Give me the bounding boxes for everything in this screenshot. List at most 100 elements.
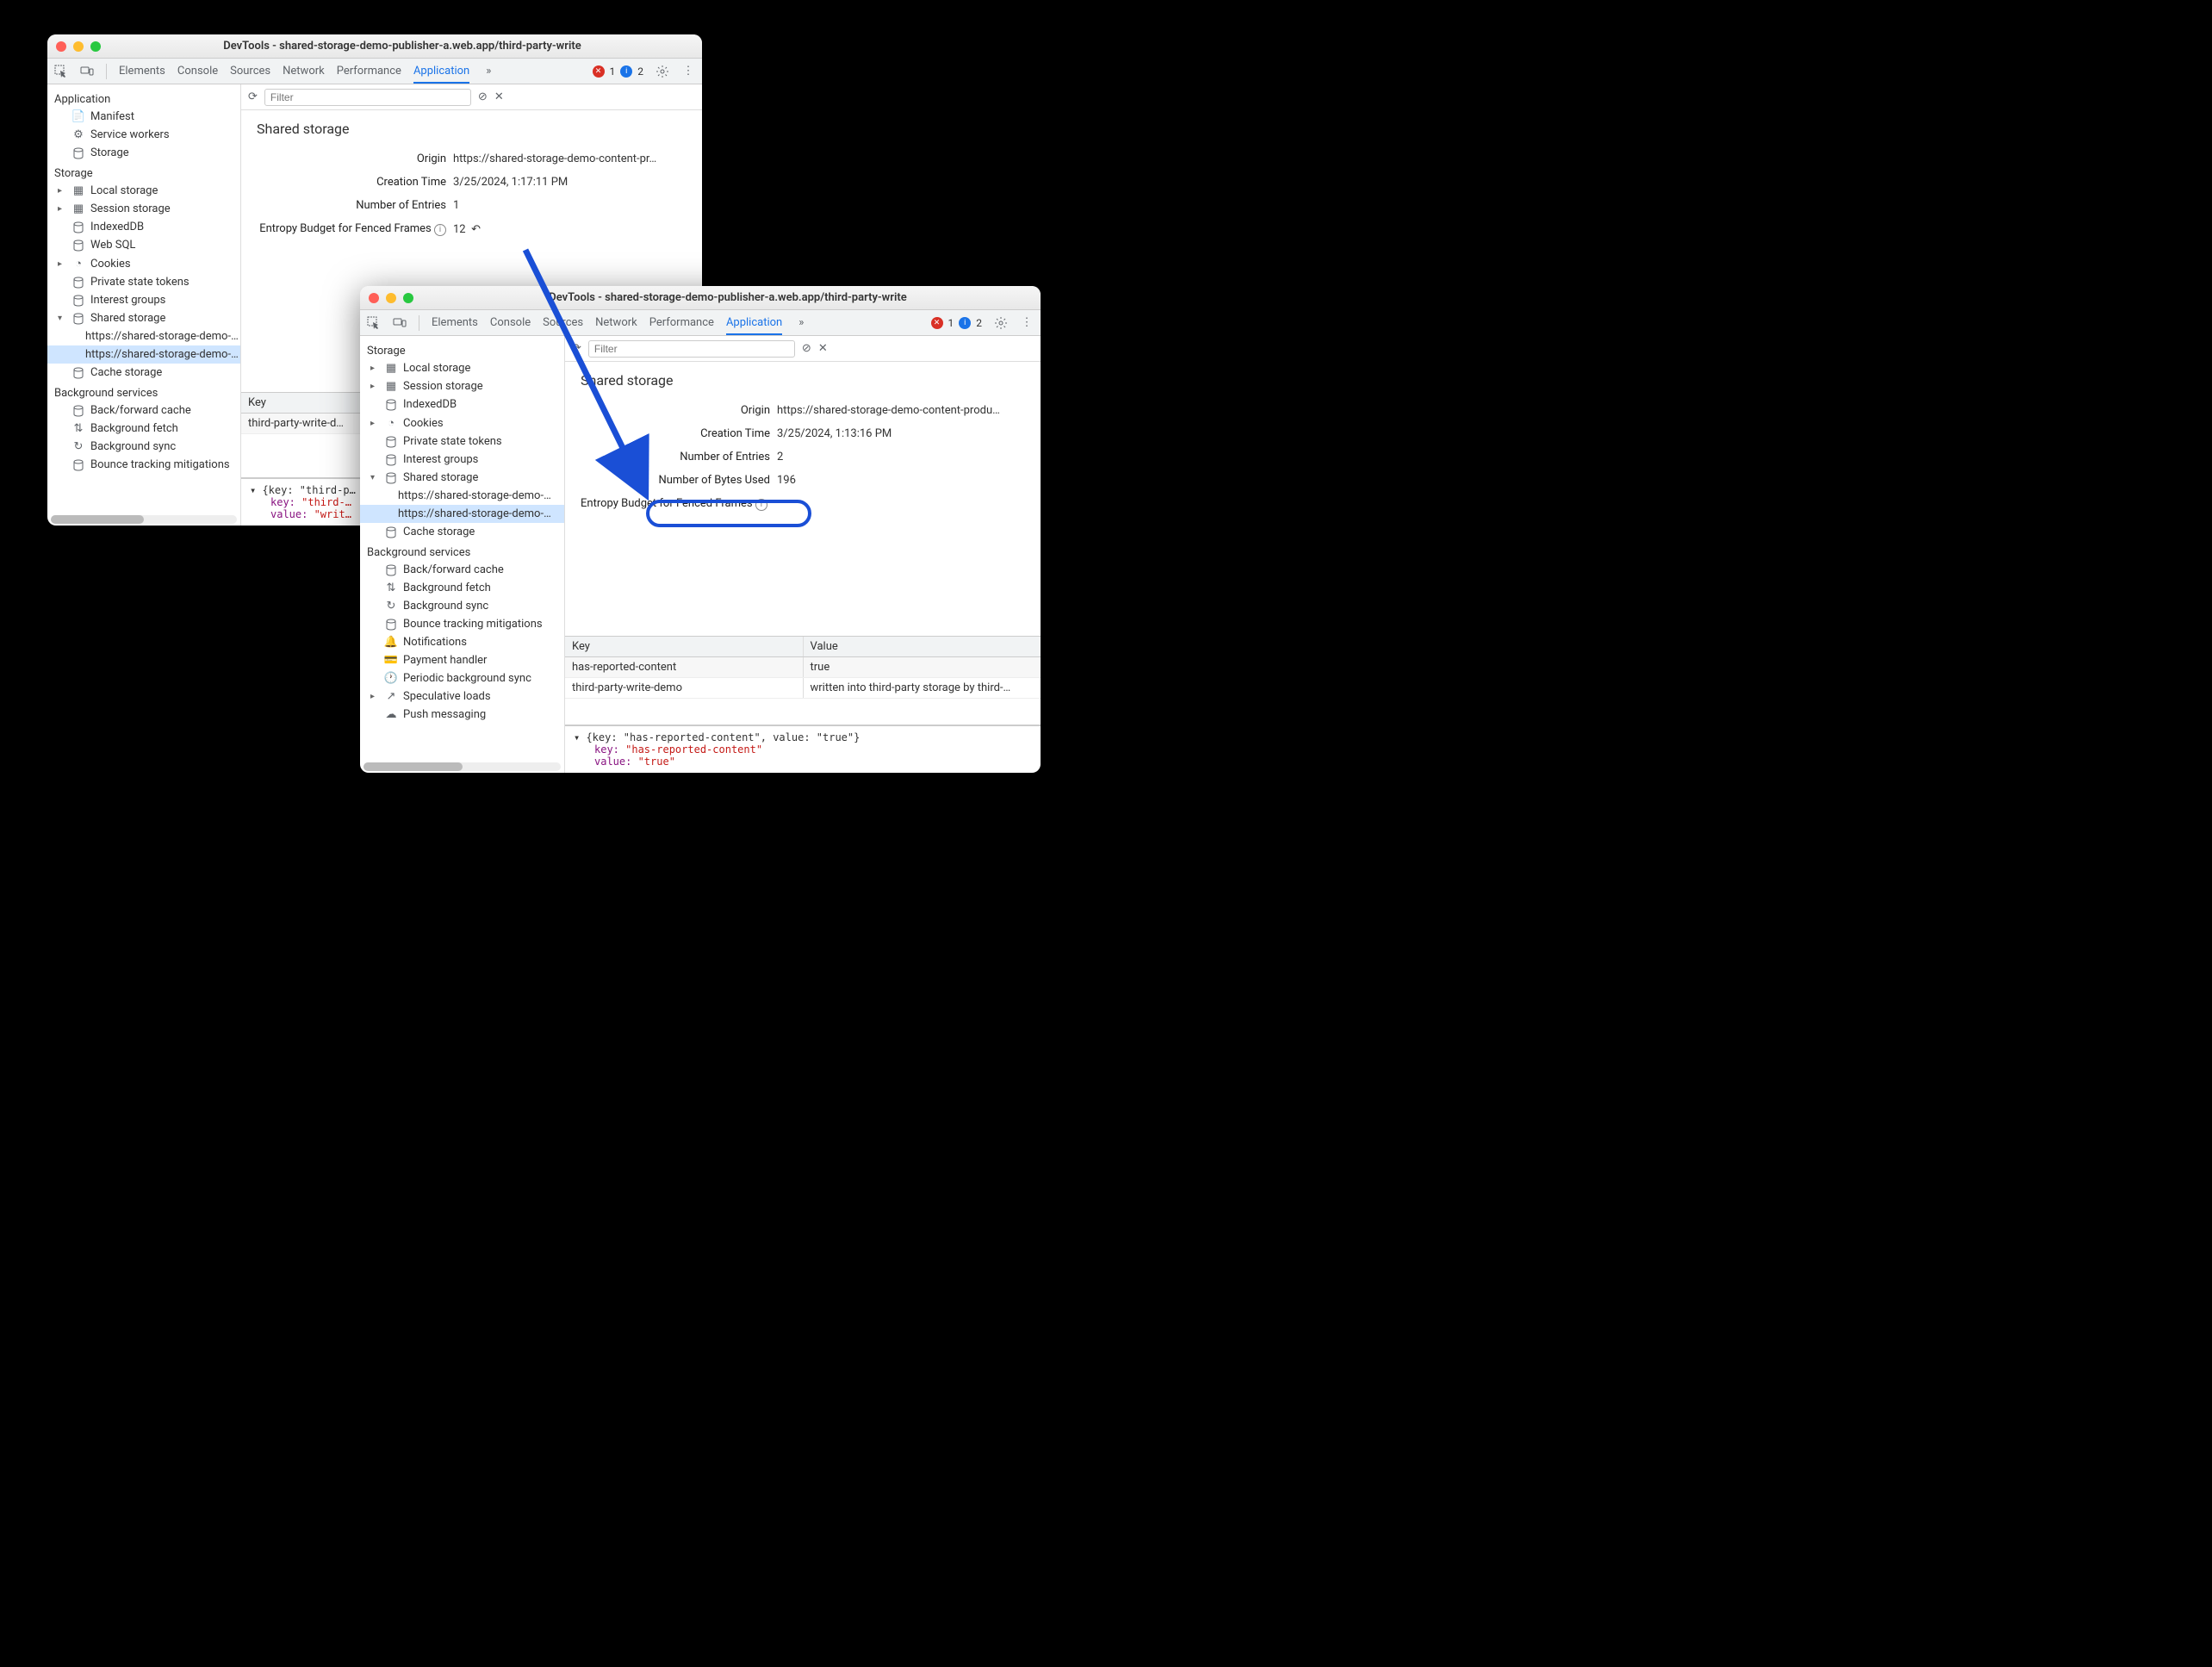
device-icon[interactable] xyxy=(80,65,94,78)
maximize-window-button[interactable] xyxy=(403,293,413,303)
sidebar-item-session-storage[interactable]: ▸▦Session storage xyxy=(47,200,240,218)
tab-performance[interactable]: Performance xyxy=(649,316,714,329)
sidebar-hscroll[interactable] xyxy=(363,762,561,771)
tab-performance[interactable]: Performance xyxy=(337,65,401,78)
info-badge[interactable]: i xyxy=(959,317,971,329)
kebab-icon[interactable]: ⋮ xyxy=(1020,316,1034,330)
sidebar-item-push-messaging[interactable]: ☁Push messaging xyxy=(360,706,564,724)
device-icon[interactable] xyxy=(393,316,407,330)
sidebar-item-private-state-tokens[interactable]: Private state tokens xyxy=(360,432,564,451)
group-storage: Storage xyxy=(360,339,564,359)
table-row-value[interactable]: written into third-party storage by thir… xyxy=(804,678,1041,698)
sidebar-item-private-state-tokens[interactable]: Private state tokens xyxy=(47,273,240,291)
info-help-icon[interactable]: i xyxy=(755,499,767,511)
database-icon xyxy=(71,239,85,252)
sidebar-item-manifest[interactable]: 📄Manifest xyxy=(47,108,240,126)
more-tabs-icon[interactable]: » xyxy=(794,316,808,330)
group-background-services: Background services xyxy=(360,541,564,561)
close-icon[interactable]: ✕ xyxy=(818,342,828,355)
refresh-icon[interactable]: ⟳ xyxy=(572,342,581,355)
sidebar-item-periodic-sync[interactable]: 🕐Periodic background sync xyxy=(360,669,564,687)
grid-icon: ▦ xyxy=(71,202,85,215)
shared-storage-origin-2[interactable]: https://shared-storage-demo-… xyxy=(47,345,240,364)
inspect-icon[interactable] xyxy=(54,65,68,78)
sidebar-item-back-forward-cache[interactable]: Back/forward cache xyxy=(47,401,240,420)
minimize-window-button[interactable] xyxy=(386,293,396,303)
error-count: 1 xyxy=(610,65,616,78)
sidebar-item-notifications[interactable]: 🔔Notifications xyxy=(360,633,564,651)
refresh-icon: ↻ xyxy=(71,440,85,453)
devtools-tabs: Elements Console Sources Network Perform… xyxy=(360,310,1041,336)
tab-network[interactable]: Network xyxy=(595,316,637,329)
inspect-icon[interactable] xyxy=(367,316,381,330)
sidebar-item-background-fetch[interactable]: ⇅Background fetch xyxy=(360,579,564,597)
key-header[interactable]: Key xyxy=(565,637,804,656)
sidebar-item-cache-storage[interactable]: Cache storage xyxy=(47,364,240,382)
clear-icon[interactable]: ⊘ xyxy=(802,342,811,355)
sidebar-item-shared-storage[interactable]: ▾Shared storage xyxy=(360,469,564,487)
refresh-icon[interactable]: ⟳ xyxy=(248,90,258,103)
error-badge[interactable]: ✕ xyxy=(593,65,605,78)
table-row-key[interactable]: third-party-write-demo xyxy=(565,678,804,698)
table-row-key[interactable]: has-reported-content xyxy=(565,657,804,677)
tab-elements[interactable]: Elements xyxy=(119,65,165,78)
filter-input[interactable] xyxy=(264,89,471,106)
more-tabs-icon[interactable]: » xyxy=(482,65,495,78)
sidebar-item-bounce-tracking[interactable]: Bounce tracking mitigations xyxy=(360,615,564,633)
shared-storage-origin-1[interactable]: https://shared-storage-demo-… xyxy=(360,487,564,505)
sidebar-item-speculative-loads[interactable]: ▸↗Speculative loads xyxy=(360,687,564,706)
sidebar-hscroll[interactable] xyxy=(51,515,237,524)
sidebar-item-background-sync[interactable]: ↻Background sync xyxy=(47,438,240,456)
database-icon xyxy=(384,472,398,484)
tab-console[interactable]: Console xyxy=(490,316,531,329)
card-icon: 💳 xyxy=(384,654,398,667)
sidebar-item-background-fetch[interactable]: ⇅Background fetch xyxy=(47,420,240,438)
error-badge[interactable]: ✕ xyxy=(931,317,943,329)
close-window-button[interactable] xyxy=(56,41,66,52)
sidebar-item-cookies[interactable]: ▸◔Cookies xyxy=(360,414,564,432)
sidebar-item-back-forward-cache[interactable]: Back/forward cache xyxy=(360,561,564,579)
sidebar-item-indexeddb[interactable]: IndexedDB xyxy=(360,395,564,414)
filter-input[interactable] xyxy=(588,340,795,358)
sidebar-item-cache-storage[interactable]: Cache storage xyxy=(360,523,564,541)
close-icon[interactable]: ✕ xyxy=(494,90,504,103)
sidebar-item-cookies[interactable]: ▸◔Cookies xyxy=(47,254,240,273)
shared-storage-origin-1[interactable]: https://shared-storage-demo-… xyxy=(47,327,240,345)
sidebar-item-shared-storage[interactable]: ▾Shared storage xyxy=(47,309,240,327)
sidebar-item-background-sync[interactable]: ↻Background sync xyxy=(360,597,564,615)
sync-icon: ⇅ xyxy=(384,582,398,594)
sidebar-item-indexeddb[interactable]: IndexedDB xyxy=(47,218,240,236)
sidebar-item-local-storage[interactable]: ▸▦Local storage xyxy=(47,182,240,200)
error-count: 1 xyxy=(948,317,954,329)
tab-network[interactable]: Network xyxy=(283,65,325,78)
sidebar-item-session-storage[interactable]: ▸▦Session storage xyxy=(360,377,564,395)
sidebar-item-interest-groups[interactable]: Interest groups xyxy=(47,291,240,309)
sidebar-item-service-workers[interactable]: ⚙Service workers xyxy=(47,126,240,144)
sidebar-item-interest-groups[interactable]: Interest groups xyxy=(360,451,564,469)
info-help-icon[interactable]: i xyxy=(434,224,446,236)
tab-sources[interactable]: Sources xyxy=(230,65,270,78)
settings-icon[interactable] xyxy=(656,65,669,78)
close-window-button[interactable] xyxy=(369,293,379,303)
sidebar-item-storage[interactable]: Storage xyxy=(47,144,240,162)
clear-icon[interactable]: ⊘ xyxy=(478,90,488,103)
kebab-icon[interactable]: ⋮ xyxy=(681,65,695,78)
shared-storage-origin-2[interactable]: https://shared-storage-demo-… xyxy=(360,505,564,523)
sidebar-item-payment-handler[interactable]: 💳Payment handler xyxy=(360,651,564,669)
maximize-window-button[interactable] xyxy=(90,41,101,52)
value-header[interactable]: Value xyxy=(804,637,1041,656)
sidebar-item-bounce-tracking[interactable]: Bounce tracking mitigations xyxy=(47,456,240,474)
minimize-window-button[interactable] xyxy=(73,41,84,52)
info-count: 2 xyxy=(976,317,982,329)
settings-icon[interactable] xyxy=(994,316,1008,330)
table-row-value[interactable]: true xyxy=(804,657,1041,677)
sidebar-item-websql[interactable]: Web SQL xyxy=(47,236,240,254)
info-badge[interactable]: i xyxy=(620,65,632,78)
reset-icon[interactable]: ↶ xyxy=(471,223,481,236)
tab-application[interactable]: Application xyxy=(726,316,782,335)
tab-elements[interactable]: Elements xyxy=(432,316,478,329)
tab-sources[interactable]: Sources xyxy=(543,316,583,329)
tab-application[interactable]: Application xyxy=(413,65,469,84)
sidebar-item-local-storage[interactable]: ▸▦Local storage xyxy=(360,359,564,377)
tab-console[interactable]: Console xyxy=(177,65,218,78)
